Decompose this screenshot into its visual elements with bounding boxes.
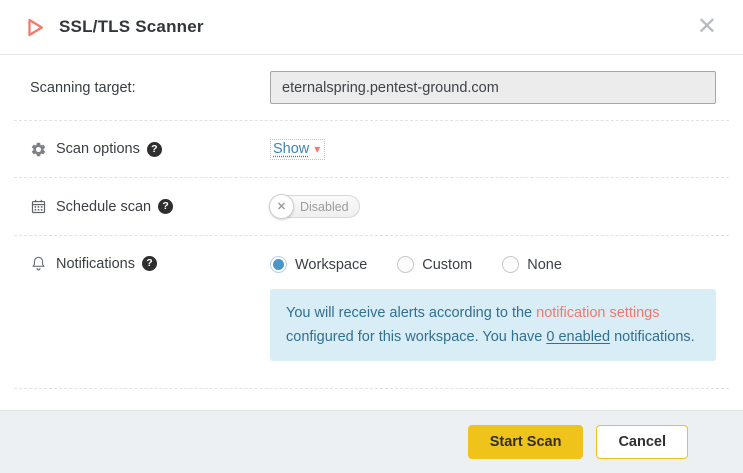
info-text: You will receive alerts according to the	[286, 305, 536, 321]
info-text: notifications.	[610, 329, 695, 345]
modal-header: SSL/TLS Scanner ✕	[0, 0, 743, 55]
help-icon[interactable]: ?	[158, 199, 173, 214]
scan-options-label: Scan options	[56, 141, 140, 157]
radio-circle	[270, 256, 287, 273]
scanning-target-row: Scanning target:	[0, 55, 743, 120]
scan-options-show-link[interactable]: Show	[273, 141, 309, 157]
schedule-scan-content: ✕ Disabled	[270, 195, 716, 218]
scanning-target-label: Scanning target:	[30, 80, 136, 96]
modal-body: Scanning target: Scan options ? Show	[0, 55, 743, 410]
notifications-content: Workspace Custom None You will receive a…	[270, 253, 716, 361]
help-icon[interactable]: ?	[147, 142, 162, 157]
divider	[14, 388, 729, 389]
schedule-scan-label-col: Schedule scan ?	[30, 198, 270, 215]
bell-icon	[30, 255, 47, 272]
notifications-label-col: Notifications ?	[30, 255, 270, 272]
notifications-info-box: You will receive alerts according to the…	[270, 289, 716, 361]
radio-workspace-label: Workspace	[295, 257, 367, 273]
start-scan-button[interactable]: Start Scan	[468, 425, 584, 459]
notifications-radio-group: Workspace Custom None	[270, 256, 716, 273]
radio-circle	[397, 256, 414, 273]
scan-options-content: Show ▾	[270, 139, 716, 160]
radio-circle	[502, 256, 519, 273]
modal-footer: Start Scan Cancel	[0, 410, 743, 473]
schedule-toggle[interactable]: ✕ Disabled	[270, 195, 360, 218]
radio-custom[interactable]: Custom	[397, 256, 472, 273]
scanning-target-content	[270, 71, 716, 104]
chevron-down-icon[interactable]: ▾	[314, 142, 320, 156]
radio-none-label: None	[527, 257, 562, 273]
cancel-button[interactable]: Cancel	[596, 425, 688, 459]
notifications-row: Notifications ? Workspace Custom None	[0, 236, 743, 388]
schedule-scan-label: Schedule scan	[56, 199, 151, 215]
notification-settings-link[interactable]: notification settings	[536, 305, 659, 321]
scanning-target-label-col: Scanning target:	[30, 80, 270, 96]
enabled-notifications-link[interactable]: 0 enabled	[546, 329, 610, 345]
toggle-x-icon: ✕	[269, 194, 294, 219]
help-icon[interactable]: ?	[142, 256, 157, 271]
notifications-label: Notifications	[56, 256, 135, 272]
scan-options-row: Scan options ? Show ▾	[0, 121, 743, 177]
close-icon[interactable]: ✕	[693, 13, 721, 41]
schedule-scan-row: Schedule scan ? ✕ Disabled	[0, 178, 743, 235]
calendar-icon	[30, 198, 47, 215]
gear-icon	[30, 141, 47, 158]
scan-options-label-col: Scan options ?	[30, 141, 270, 158]
info-text: configured for this workspace. You have	[286, 329, 546, 345]
radio-workspace[interactable]: Workspace	[270, 256, 367, 273]
toggle-state-label: Disabled	[300, 200, 349, 214]
play-icon	[22, 15, 47, 40]
modal-title: SSL/TLS Scanner	[59, 17, 204, 37]
radio-none[interactable]: None	[502, 256, 562, 273]
scanning-target-input[interactable]	[270, 71, 716, 104]
scan-options-show-wrap: Show ▾	[270, 139, 325, 160]
radio-custom-label: Custom	[422, 257, 472, 273]
ssl-tls-scanner-modal: SSL/TLS Scanner ✕ Scanning target: Scan	[0, 0, 743, 473]
